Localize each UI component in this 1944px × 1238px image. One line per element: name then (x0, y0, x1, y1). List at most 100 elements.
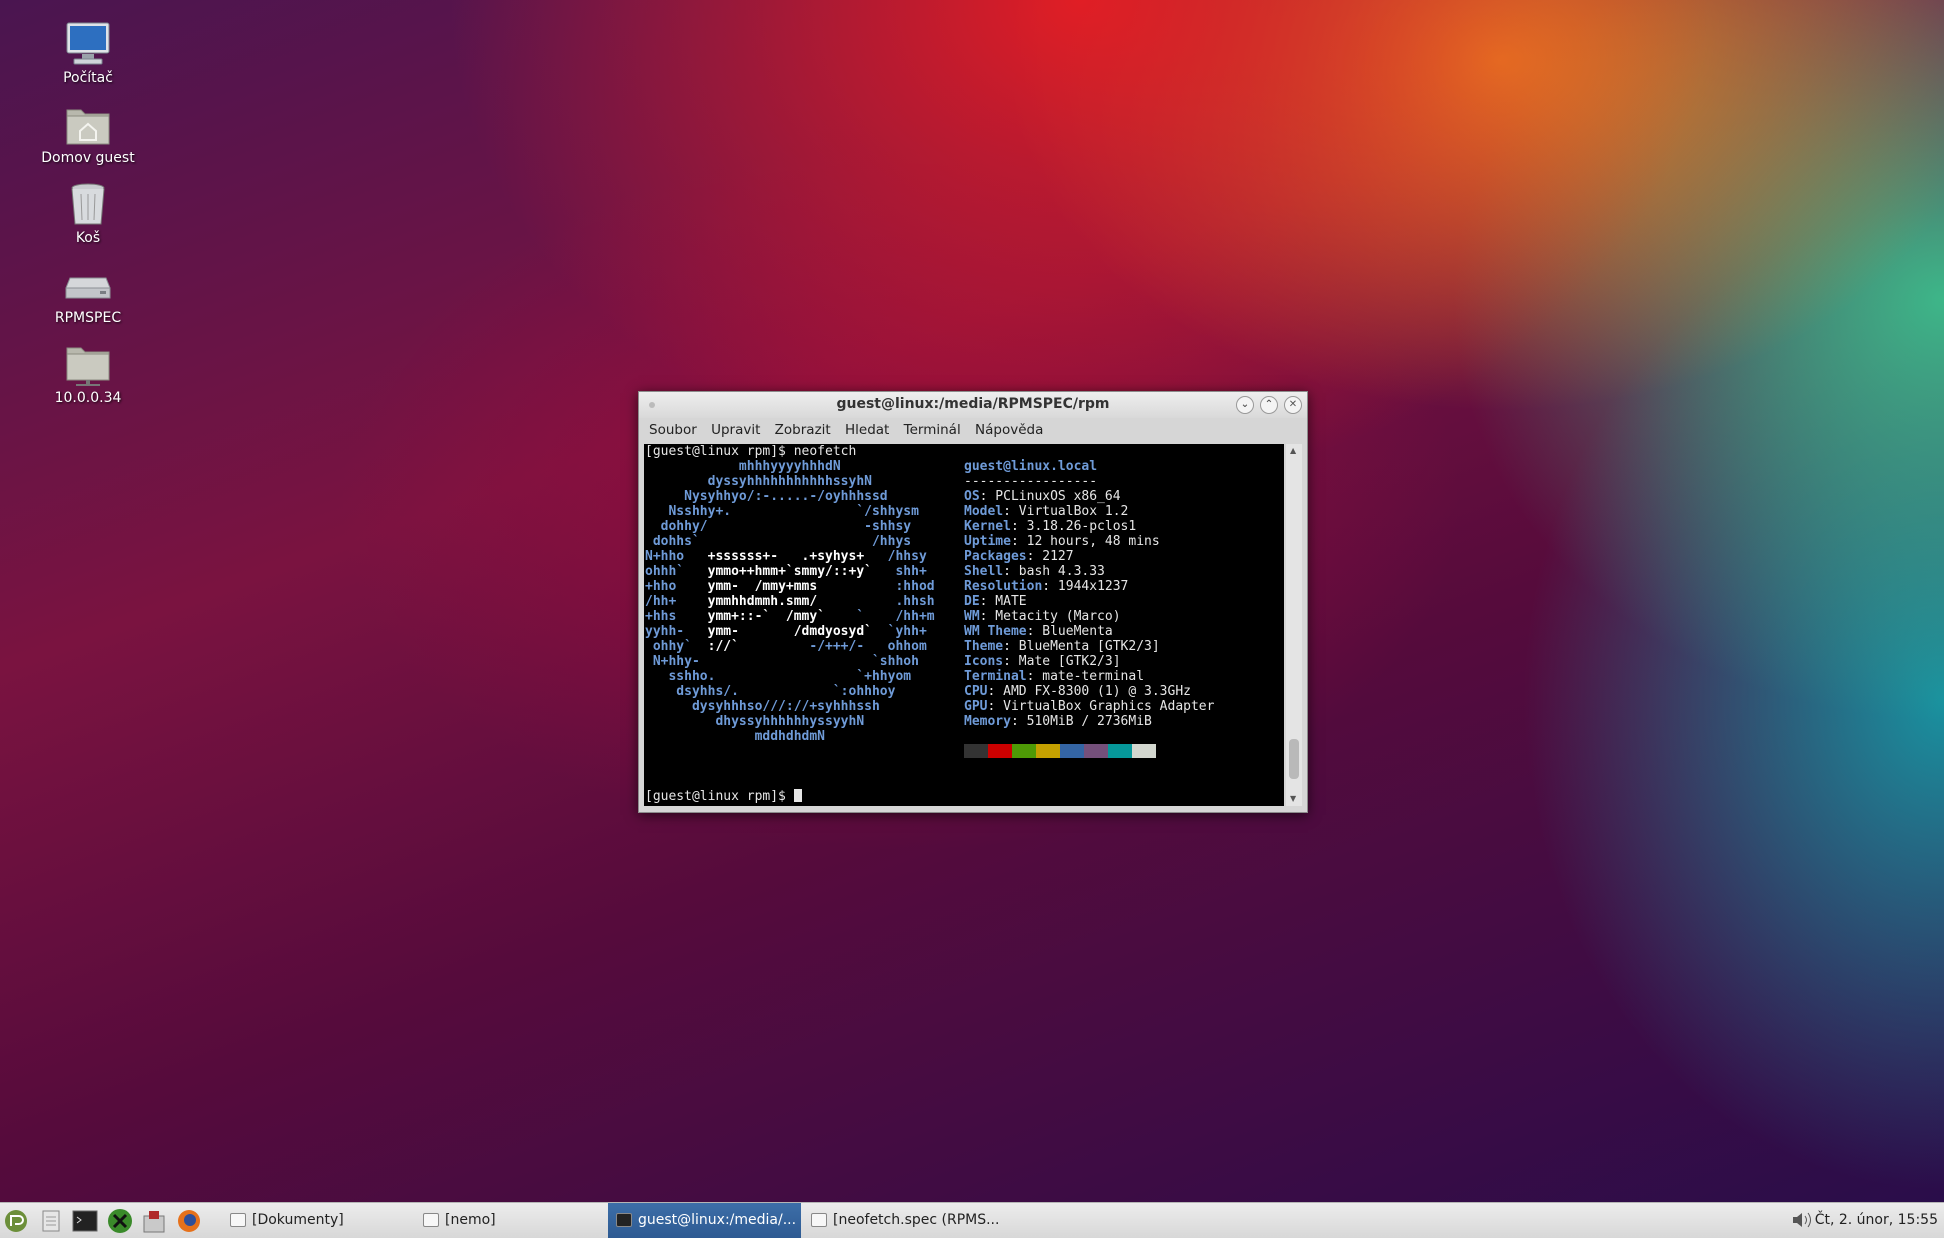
info-row: Kernel: 3.18.26-pclos1 (964, 519, 1137, 534)
logo-line: /hh+ ymmhhdmmh.smm/ .hhsh (645, 594, 935, 609)
neofetch-info: guest@linux.local ----------------- OS: PC… (964, 459, 1214, 729)
desktop-icon-label: Počítač (63, 70, 113, 86)
desktop-icon-home[interactable]: Domov guest (18, 100, 158, 166)
logo-line: ohhy` ://` -/+++/- ohhom (645, 639, 927, 654)
desktop-background: Počítač Domov guest Koš RPMSPEC 10.0.0.3… (0, 0, 1944, 1202)
logo-line: +hhs ymm+::-` /mmy` ` /hh+m (645, 609, 935, 624)
taskbar-task-terminal[interactable]: guest@linux:/media/... (608, 1203, 801, 1238)
info-row: Resolution: 1944x1237 (964, 579, 1129, 594)
task-label: [Dokumenty] (252, 1212, 344, 1228)
terminal-output[interactable]: [guest@linux rpm]$ neofetch mhhhyyyyhhhd… (644, 444, 1284, 806)
minimize-button[interactable]: ⌄ (1236, 396, 1254, 414)
neofetch-logo: mhhhyyyyhhhdN dyssyhhhhhhhhhhhssyhN Nysy… (645, 459, 935, 744)
desktop-icon-rpmspec[interactable]: RPMSPEC (18, 260, 158, 326)
network-share-icon (66, 347, 110, 386)
scroll-down-icon[interactable]: ▼ (1290, 794, 1296, 803)
logo-line: mhhhyyyyhhhdN (645, 459, 841, 474)
logo-line: yyhh- ymm- /dmdyosyd` `yhh+ (645, 624, 927, 639)
computer-icon (66, 22, 110, 65)
terminal-icon (616, 1213, 632, 1227)
logo-line: dhyssyhhhhhhyssyyhN (645, 714, 865, 729)
text-editor-icon (811, 1213, 827, 1227)
terminal-menubar: Soubor Upravit Zobrazit Hledat Terminál … (639, 418, 1307, 442)
info-row: Theme: BlueMenta [GTK2/3] (964, 639, 1160, 654)
prompt: [guest@linux rpm]$ (645, 789, 794, 804)
desktop-icon-label: RPMSPEC (54, 310, 122, 326)
text-cursor (793, 789, 802, 802)
task-label: [neofetch.spec (RPMS... (833, 1212, 998, 1228)
taskbar-task-dokumenty[interactable]: [Dokumenty] (222, 1203, 417, 1238)
color-swatch (988, 744, 1012, 758)
close-button[interactable]: ✕ (1284, 396, 1302, 414)
desktop-icon-computer[interactable]: Počítač (18, 20, 158, 86)
window-title: guest@linux:/media/RPMSPEC/rpm (836, 396, 1110, 412)
logo-line: mddhdhdmN (645, 729, 826, 744)
logo-line: dysyhhhso///://+syhhhssh (645, 699, 880, 714)
home-folder-icon (66, 109, 110, 145)
color-swatch (1132, 744, 1156, 758)
color-swatch (1108, 744, 1132, 758)
desktop-icon-label: Koš (75, 230, 101, 246)
info-separator: ----------------- (964, 474, 1098, 489)
menu-hledat[interactable]: Hledat (845, 418, 889, 442)
info-userhost: guest@linux.local (964, 459, 1098, 474)
menu-soubor[interactable]: Soubor (649, 418, 697, 442)
taskbar-task-neofetch-spec[interactable]: [neofetch.spec (RPMS... (803, 1203, 998, 1238)
desktop-icon-trash[interactable]: Koš (18, 180, 158, 246)
folder-icon (230, 1213, 246, 1227)
logo-line: dohhs` /hhys (645, 534, 912, 549)
scrollbar-thumb[interactable] (1289, 739, 1299, 779)
logo-line: N+hho +ssssss+- .+syhys+ /hhsy (645, 549, 927, 564)
folder-icon (423, 1213, 439, 1227)
drive-icon (65, 277, 111, 299)
logo-line: ohhh` ymmo++hmm+`smmy/::+y` shh+ (645, 564, 927, 579)
desktop-icon-network-share[interactable]: 10.0.0.34 (18, 340, 158, 406)
logo-line: dsyhhs/. `:ohhhoy (645, 684, 896, 699)
file-manager-icon[interactable] (38, 1208, 64, 1234)
info-row: OS: PCLinuxOS x86_64 (964, 489, 1121, 504)
desktop-icon-label: Domov guest (41, 150, 135, 166)
info-row: Packages: 2127 (964, 549, 1074, 564)
menu-zobrazit[interactable]: Zobrazit (775, 418, 831, 442)
info-row: Shell: bash 4.3.33 (964, 564, 1105, 579)
menu-napoveda[interactable]: Nápověda (975, 418, 1043, 442)
volume-icon[interactable] (1790, 1210, 1814, 1230)
terminal-scrollbar[interactable]: ▲ ▼ (1286, 444, 1302, 806)
logo-line: +hho ymm- /mmy+mms :hhod (645, 579, 935, 594)
clock[interactable]: Čt, 2. únor, 15:55 (1815, 1203, 1938, 1238)
maximize-button[interactable]: ⌃ (1260, 396, 1278, 414)
menu-terminal[interactable]: Terminál (904, 418, 961, 442)
trash-icon (71, 183, 105, 225)
command-line: [guest@linux rpm]$ neofetch (645, 444, 857, 459)
info-row: Uptime: 12 hours, 48 mins (964, 534, 1160, 549)
logo-line: dyssyhhhhhhhhhhhssyhN (645, 474, 872, 489)
logo-line: Nsshhy+. `/shhysm (645, 504, 919, 519)
color-swatch (1012, 744, 1036, 758)
logo-line: Nysyhhyo/:-.....-/oyhhhssd (645, 489, 888, 504)
info-row: CPU: AMD FX-8300 (1) @ 3.3GHz (964, 684, 1191, 699)
info-row: Icons: Mate [GTK2/3] (964, 654, 1121, 669)
color-swatch (1084, 744, 1108, 758)
taskbar: [Dokumenty] [nemo] guest@linux:/media/..… (0, 1202, 1944, 1238)
task-label: guest@linux:/media/... (638, 1212, 797, 1228)
terminal-icon[interactable] (72, 1208, 98, 1234)
info-row: Model: VirtualBox 1.2 (964, 504, 1129, 519)
taskbar-task-nemo[interactable]: [nemo] (415, 1203, 610, 1238)
terminal-window[interactable]: guest@linux:/media/RPMSPEC/rpm ⌄ ⌃ ✕ Sou… (638, 391, 1308, 813)
info-row: WM: Metacity (Marco) (964, 609, 1121, 624)
scroll-up-icon[interactable]: ▲ (1290, 446, 1296, 455)
window-titlebar[interactable]: guest@linux:/media/RPMSPEC/rpm ⌄ ⌃ ✕ (639, 392, 1307, 418)
prompt-line: [guest@linux rpm]$ (645, 789, 802, 804)
logo-line: N+hhy- `shhoh (645, 654, 919, 669)
xchat-icon[interactable] (107, 1208, 133, 1234)
color-palette (964, 744, 1156, 758)
mate-menu-icon[interactable] (3, 1208, 29, 1234)
color-swatch (1060, 744, 1084, 758)
info-row: DE: MATE (964, 594, 1027, 609)
software-center-icon[interactable] (141, 1208, 167, 1234)
info-row: GPU: VirtualBox Graphics Adapter (964, 699, 1215, 714)
task-label: [nemo] (445, 1212, 496, 1228)
info-row: Memory: 510MiB / 2736MiB (964, 714, 1152, 729)
firefox-icon[interactable] (176, 1208, 202, 1234)
menu-upravit[interactable]: Upravit (711, 418, 760, 442)
